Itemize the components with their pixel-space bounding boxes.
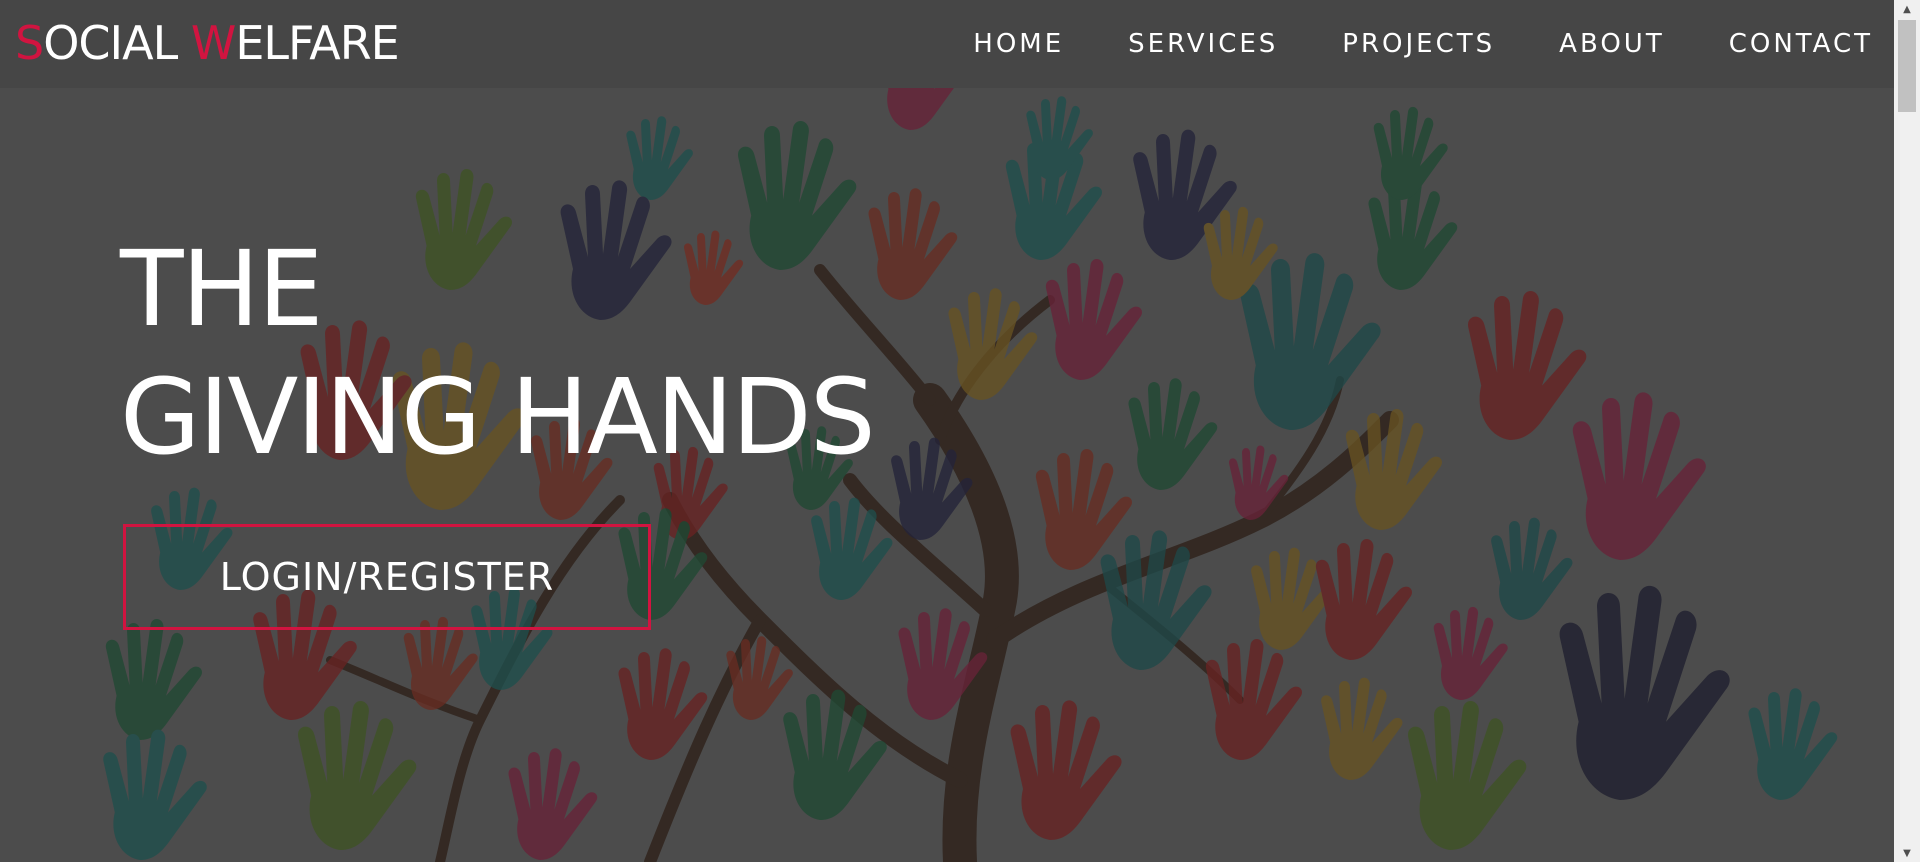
hero-title: THE GIVING HANDS: [120, 225, 876, 481]
scroll-down-arrow-icon[interactable]: ▼: [1894, 844, 1920, 862]
page-scrollbar[interactable]: ▲ ▼: [1894, 0, 1920, 862]
nav-link-services[interactable]: SERVICES: [1128, 29, 1278, 59]
site-logo[interactable]: SOCIAL WELFARE: [15, 14, 400, 72]
hero-title-line2: GIVING HANDS: [120, 356, 876, 478]
logo-letter-w: W: [190, 16, 236, 70]
page-viewport: SOCIAL WELFARE HOME SERVICES PROJECTS AB…: [0, 0, 1894, 862]
top-navbar: SOCIAL WELFARE HOME SERVICES PROJECTS AB…: [0, 0, 1894, 88]
logo-letter-s: S: [15, 16, 44, 70]
scrollbar-thumb[interactable]: [1898, 20, 1916, 112]
nav-link-contact[interactable]: CONTACT: [1729, 29, 1873, 59]
logo-text-ocial: OCIAL: [43, 16, 191, 70]
login-register-button[interactable]: LOGIN/REGISTER: [123, 524, 651, 630]
nav-menu: HOME SERVICES PROJECTS ABOUT CONTACT: [973, 0, 1894, 88]
nav-link-projects[interactable]: PROJECTS: [1342, 29, 1495, 59]
logo-text-elfare: ELFARE: [235, 16, 399, 70]
scroll-up-arrow-icon[interactable]: ▲: [1894, 0, 1920, 18]
nav-link-home[interactable]: HOME: [973, 29, 1064, 59]
hero-title-line1: THE: [120, 228, 323, 350]
nav-link-about[interactable]: ABOUT: [1559, 29, 1665, 59]
